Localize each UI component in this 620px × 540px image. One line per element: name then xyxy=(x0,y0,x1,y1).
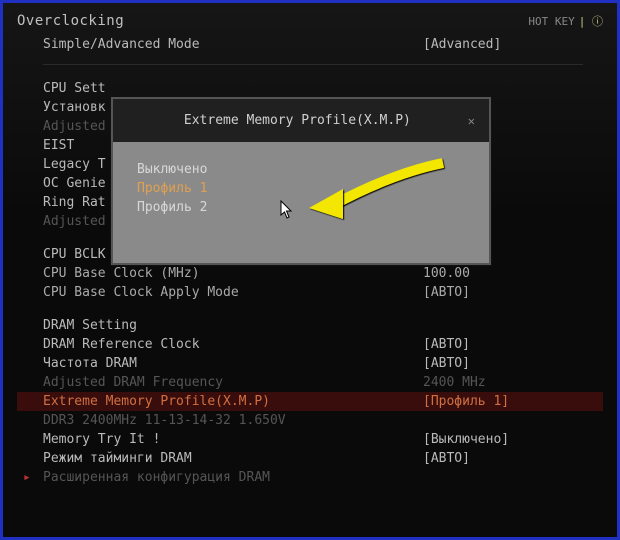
bclk-setting-value[interactable]: 100.00 xyxy=(423,265,603,282)
cpu-setting-label: Adjusted xyxy=(43,213,106,230)
dram-setting-value[interactable]: [Профиль 1] xyxy=(423,393,603,410)
xmp-popup: Extreme Memory Profile(X.M.P) ✕ Выключен… xyxy=(111,97,491,265)
bclk-setting-label: CPU Base Clock Apply Mode xyxy=(43,284,239,301)
bclk-setting-row[interactable]: CPU Base Clock (MHz) 100.00 xyxy=(17,264,603,283)
dram-setting-value[interactable] xyxy=(423,412,603,429)
hotkey-hint: HOT KEY| ⓘ xyxy=(528,13,603,29)
bclk-setting-value[interactable]: [АВТО] xyxy=(423,284,603,301)
cpu-setting-label: Adjusted xyxy=(43,118,106,135)
dram-setting-value[interactable]: [АВТО] xyxy=(423,355,603,372)
page-title: Overclocking xyxy=(17,13,124,29)
mode-value[interactable]: [Advanced] xyxy=(423,36,603,53)
dram-setting-label: Adjusted DRAM Frequency xyxy=(43,374,223,391)
bclk-setting-label: CPU Base Clock (MHz) xyxy=(43,265,200,282)
dram-setting-row[interactable]: Memory Try It ! [Выключено] xyxy=(17,430,603,449)
dram-setting-value[interactable]: 2400 MHz xyxy=(423,374,603,391)
close-icon[interactable]: ✕ xyxy=(468,114,475,128)
dram-setting-row[interactable]: DRAM Reference Clock [АВТО] xyxy=(17,335,603,354)
cpu-setting-label: Ring Rat xyxy=(43,194,106,211)
bclk-setting-row[interactable]: CPU Base Clock Apply Mode [АВТО] xyxy=(17,283,603,302)
dram-setting-header: DRAM Setting xyxy=(17,316,603,335)
dram-setting-value[interactable]: [АВТО] xyxy=(423,336,603,353)
mode-label: Simple/Advanced Mode xyxy=(43,36,200,53)
dram-setting-row[interactable]: Частота DRAM [АВТО] xyxy=(17,354,603,373)
dram-setting-row[interactable]: DDR3 2400MHz 11-13-14-32 1.650V xyxy=(17,411,603,430)
dram-setting-label: Расширенная конфигурация DRAM xyxy=(43,469,270,486)
dram-setting-row[interactable]: Режим тайминги DRAM [АВТО] xyxy=(17,449,603,468)
dram-setting-label: Extreme Memory Profile(X.M.P) xyxy=(43,393,270,410)
dram-setting-label: Частота DRAM xyxy=(43,355,137,372)
cpu-setting-label: EIST xyxy=(43,137,74,154)
xmp-option[interactable]: Профиль 2 xyxy=(137,198,465,217)
dram-setting-row[interactable]: Adjusted DRAM Frequency 2400 MHz xyxy=(17,373,603,392)
cpu-setting-label: Установк xyxy=(43,99,106,116)
dram-setting-value[interactable] xyxy=(423,469,603,486)
xmp-option[interactable]: Профиль 1 xyxy=(137,179,465,198)
dram-setting-row[interactable]: Extreme Memory Profile(X.M.P) [Профиль 1] xyxy=(17,392,603,411)
cpu-settings-header: CPU Sett xyxy=(17,79,603,98)
dram-setting-label: DRAM Reference Clock xyxy=(43,336,200,353)
xmp-option[interactable]: Выключено xyxy=(137,160,465,179)
dram-setting-label: Memory Try It ! xyxy=(43,431,160,448)
dram-setting-value[interactable]: [Выключено] xyxy=(423,431,603,448)
dram-setting-value[interactable]: [АВТО] xyxy=(423,450,603,467)
dram-setting-label: DDR3 2400MHz 11-13-14-32 1.650V xyxy=(43,412,286,429)
popup-title: Extreme Memory Profile(X.M.P) xyxy=(127,113,468,128)
dram-setting-row[interactable]: Расширенная конфигурация DRAM xyxy=(17,468,603,487)
dram-setting-label: Режим тайминги DRAM xyxy=(43,450,192,467)
cpu-setting-label: Legacy T xyxy=(43,156,106,173)
cpu-setting-label: OC Genie xyxy=(43,175,106,192)
